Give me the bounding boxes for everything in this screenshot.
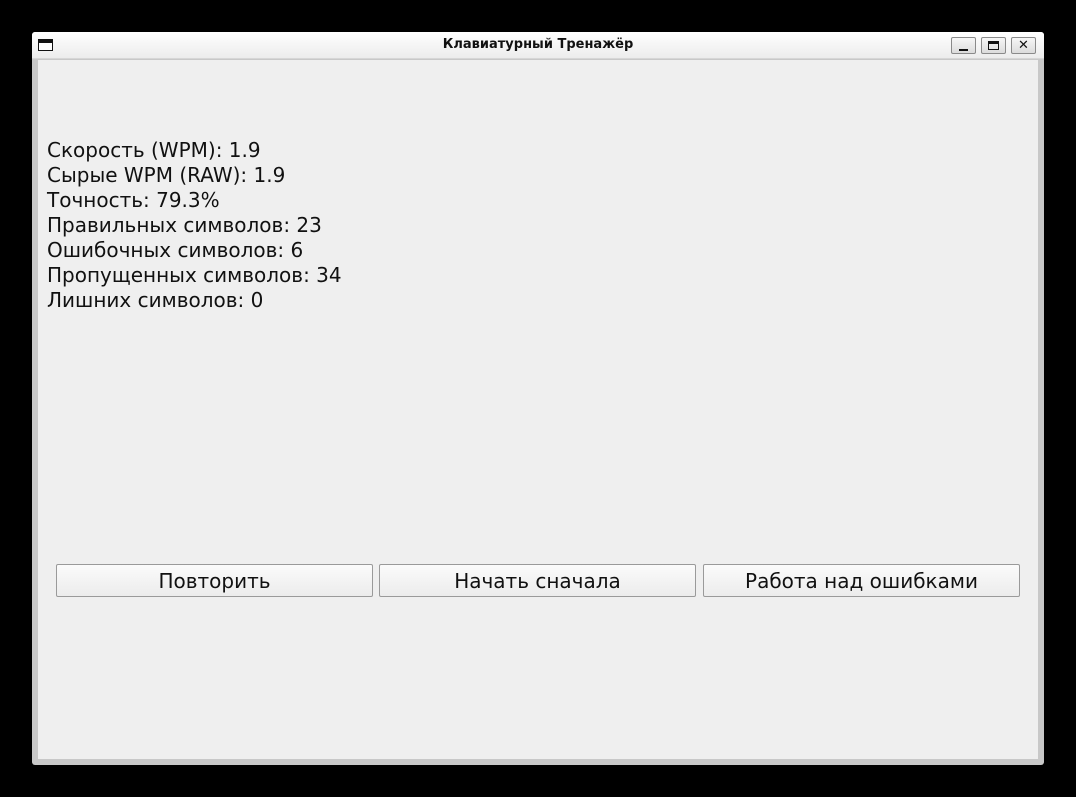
- stat-correct-chars: Правильных символов: 23: [47, 213, 322, 237]
- work-on-mistakes-button[interactable]: Работа над ошибками: [703, 564, 1020, 597]
- maximize-button[interactable]: [981, 37, 1006, 54]
- maximize-icon: [988, 41, 999, 50]
- stat-extra-chars: Лишних символов: 0: [47, 288, 264, 312]
- minimize-button[interactable]: [951, 37, 976, 54]
- stat-accuracy: Точность: 79.3%: [47, 188, 220, 212]
- results-panel: Скорость (WPM): 1.9 Сырые WPM (RAW): 1.9…: [38, 60, 1038, 759]
- stat-wpm: Скорость (WPM): 1.9: [47, 138, 261, 162]
- stats-list: Скорость (WPM): 1.9 Сырые WPM (RAW): 1.9…: [47, 138, 342, 313]
- restart-button[interactable]: Начать сначала: [379, 564, 696, 597]
- stat-missed-chars: Пропущенных символов: 34: [47, 263, 342, 287]
- repeat-button[interactable]: Повторить: [56, 564, 373, 597]
- stat-error-chars: Ошибочных символов: 6: [47, 238, 304, 262]
- close-button[interactable]: ✕: [1011, 37, 1036, 54]
- app-window: Клавиатурный Тренажёр ✕ Скорость (WPM): …: [32, 32, 1044, 765]
- title-bar[interactable]: Клавиатурный Тренажёр ✕: [32, 32, 1044, 59]
- stat-raw-wpm: Сырые WPM (RAW): 1.9: [47, 163, 286, 187]
- window-title: Клавиатурный Тренажёр: [442, 37, 634, 52]
- minimize-icon: [959, 48, 968, 51]
- close-icon: ✕: [1018, 38, 1029, 53]
